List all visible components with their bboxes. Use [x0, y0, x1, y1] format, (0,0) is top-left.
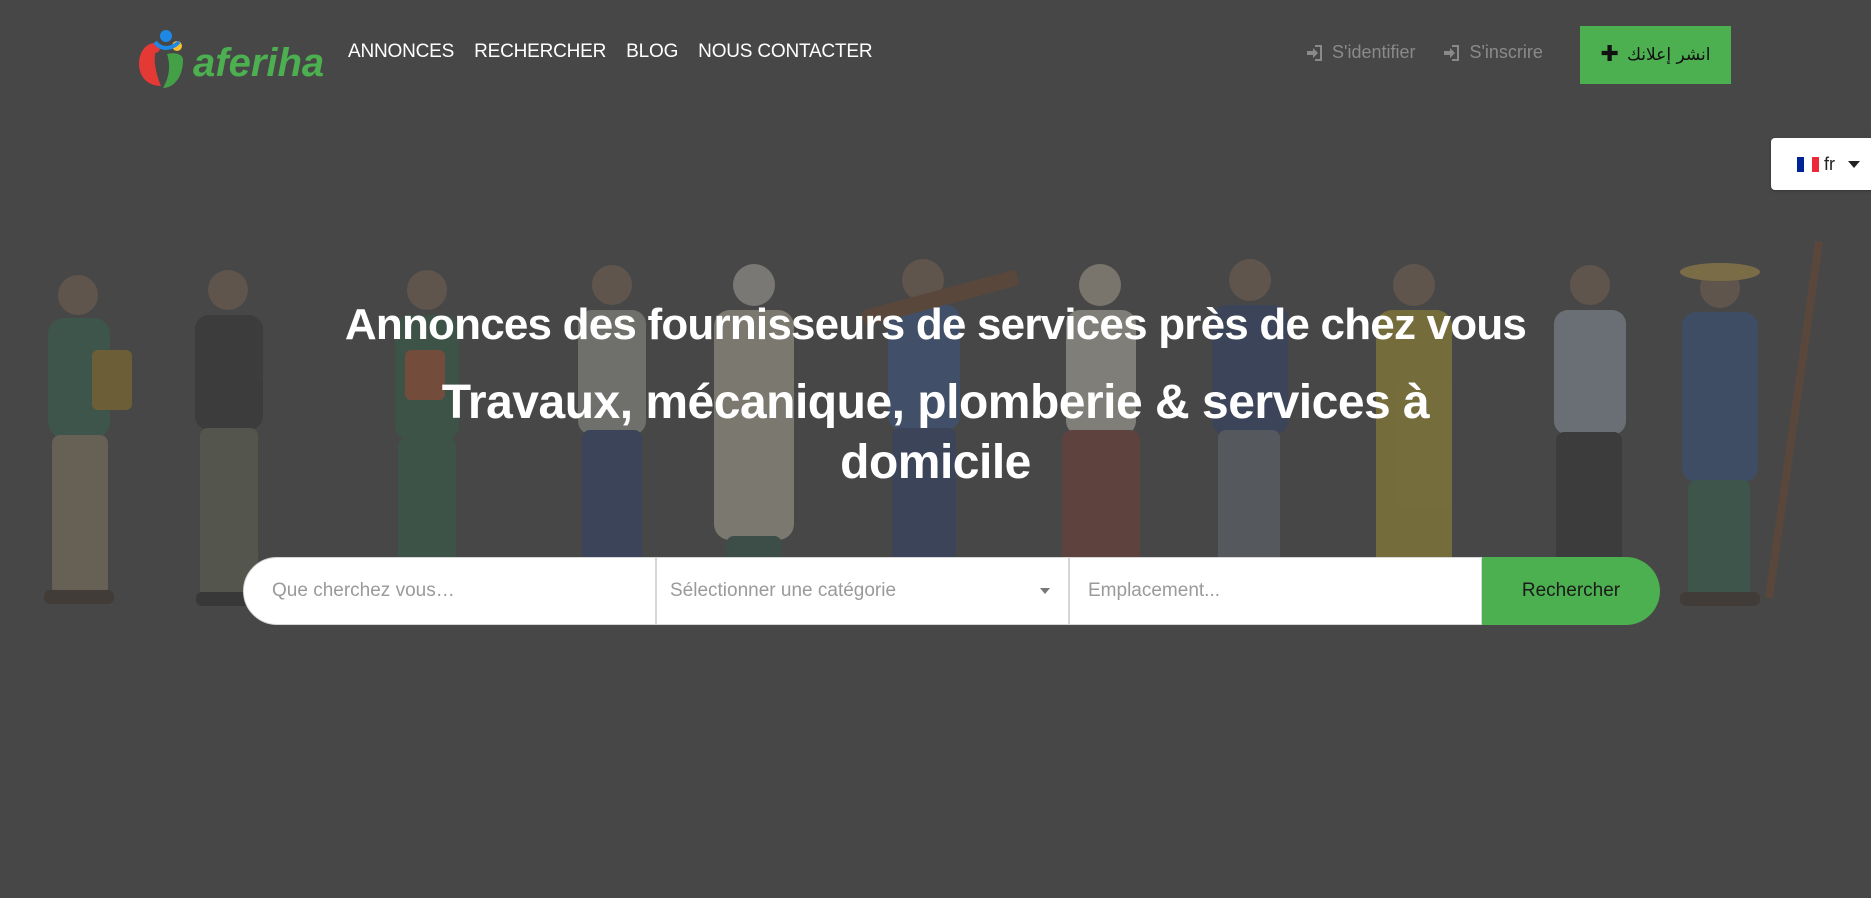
login-label: S'identifier	[1332, 42, 1416, 62]
auth-links: S'identifier S'inscrire	[1306, 42, 1543, 63]
nav-item-blog[interactable]: BLOG	[626, 41, 678, 63]
post-ad-label: انشر إعلانك	[1626, 45, 1711, 65]
language-code: fr	[1824, 153, 1835, 174]
register-link[interactable]: S'inscrire	[1443, 42, 1543, 63]
post-ad-button[interactable]: ✚ انشر إعلانك	[1580, 26, 1731, 84]
nav-item-nous-contacter[interactable]: NOUS CONTACTER	[698, 41, 872, 63]
nav-item-rechercher[interactable]: RECHERCHER	[474, 41, 606, 63]
site-header: aferiha ANNONCES RECHERCHER BLOG NOUS CO…	[0, 0, 1871, 110]
sign-in-icon	[1307, 44, 1322, 61]
france-flag-icon	[1797, 156, 1819, 172]
category-select-value: Sélectionner une catégorie	[670, 580, 897, 601]
login-link[interactable]: S'identifier	[1306, 42, 1415, 63]
language-selector[interactable]: fr	[1771, 138, 1871, 190]
location-input[interactable]	[1086, 557, 1481, 625]
search-form: Sélectionner une catégorie Rechercher	[243, 557, 1660, 625]
chevron-down-icon	[1040, 588, 1050, 594]
search-input[interactable]	[270, 557, 655, 625]
main-nav: ANNONCES RECHERCHER BLOG NOUS CONTACTER	[348, 41, 873, 63]
search-location-field	[1069, 557, 1482, 625]
chevron-down-icon	[1848, 160, 1860, 168]
nav-item-annonces[interactable]: ANNONCES	[348, 41, 454, 63]
search-button[interactable]: Rechercher	[1482, 557, 1660, 625]
search-what-field	[243, 557, 656, 625]
register-label: S'inscrire	[1469, 42, 1543, 62]
plus-icon: ✚	[1600, 42, 1619, 67]
svg-text:aferiha: aferiha	[193, 41, 323, 85]
category-select[interactable]: Sélectionner une catégorie	[656, 557, 1069, 625]
hero-subtitle: Travaux, mécanique, plomberie & services…	[441, 376, 1430, 489]
hero-title: Annonces des fournisseurs de services pr…	[344, 300, 1527, 349]
sign-in-icon	[1444, 44, 1460, 61]
aferiha-logo[interactable]: aferiha	[133, 26, 323, 94]
